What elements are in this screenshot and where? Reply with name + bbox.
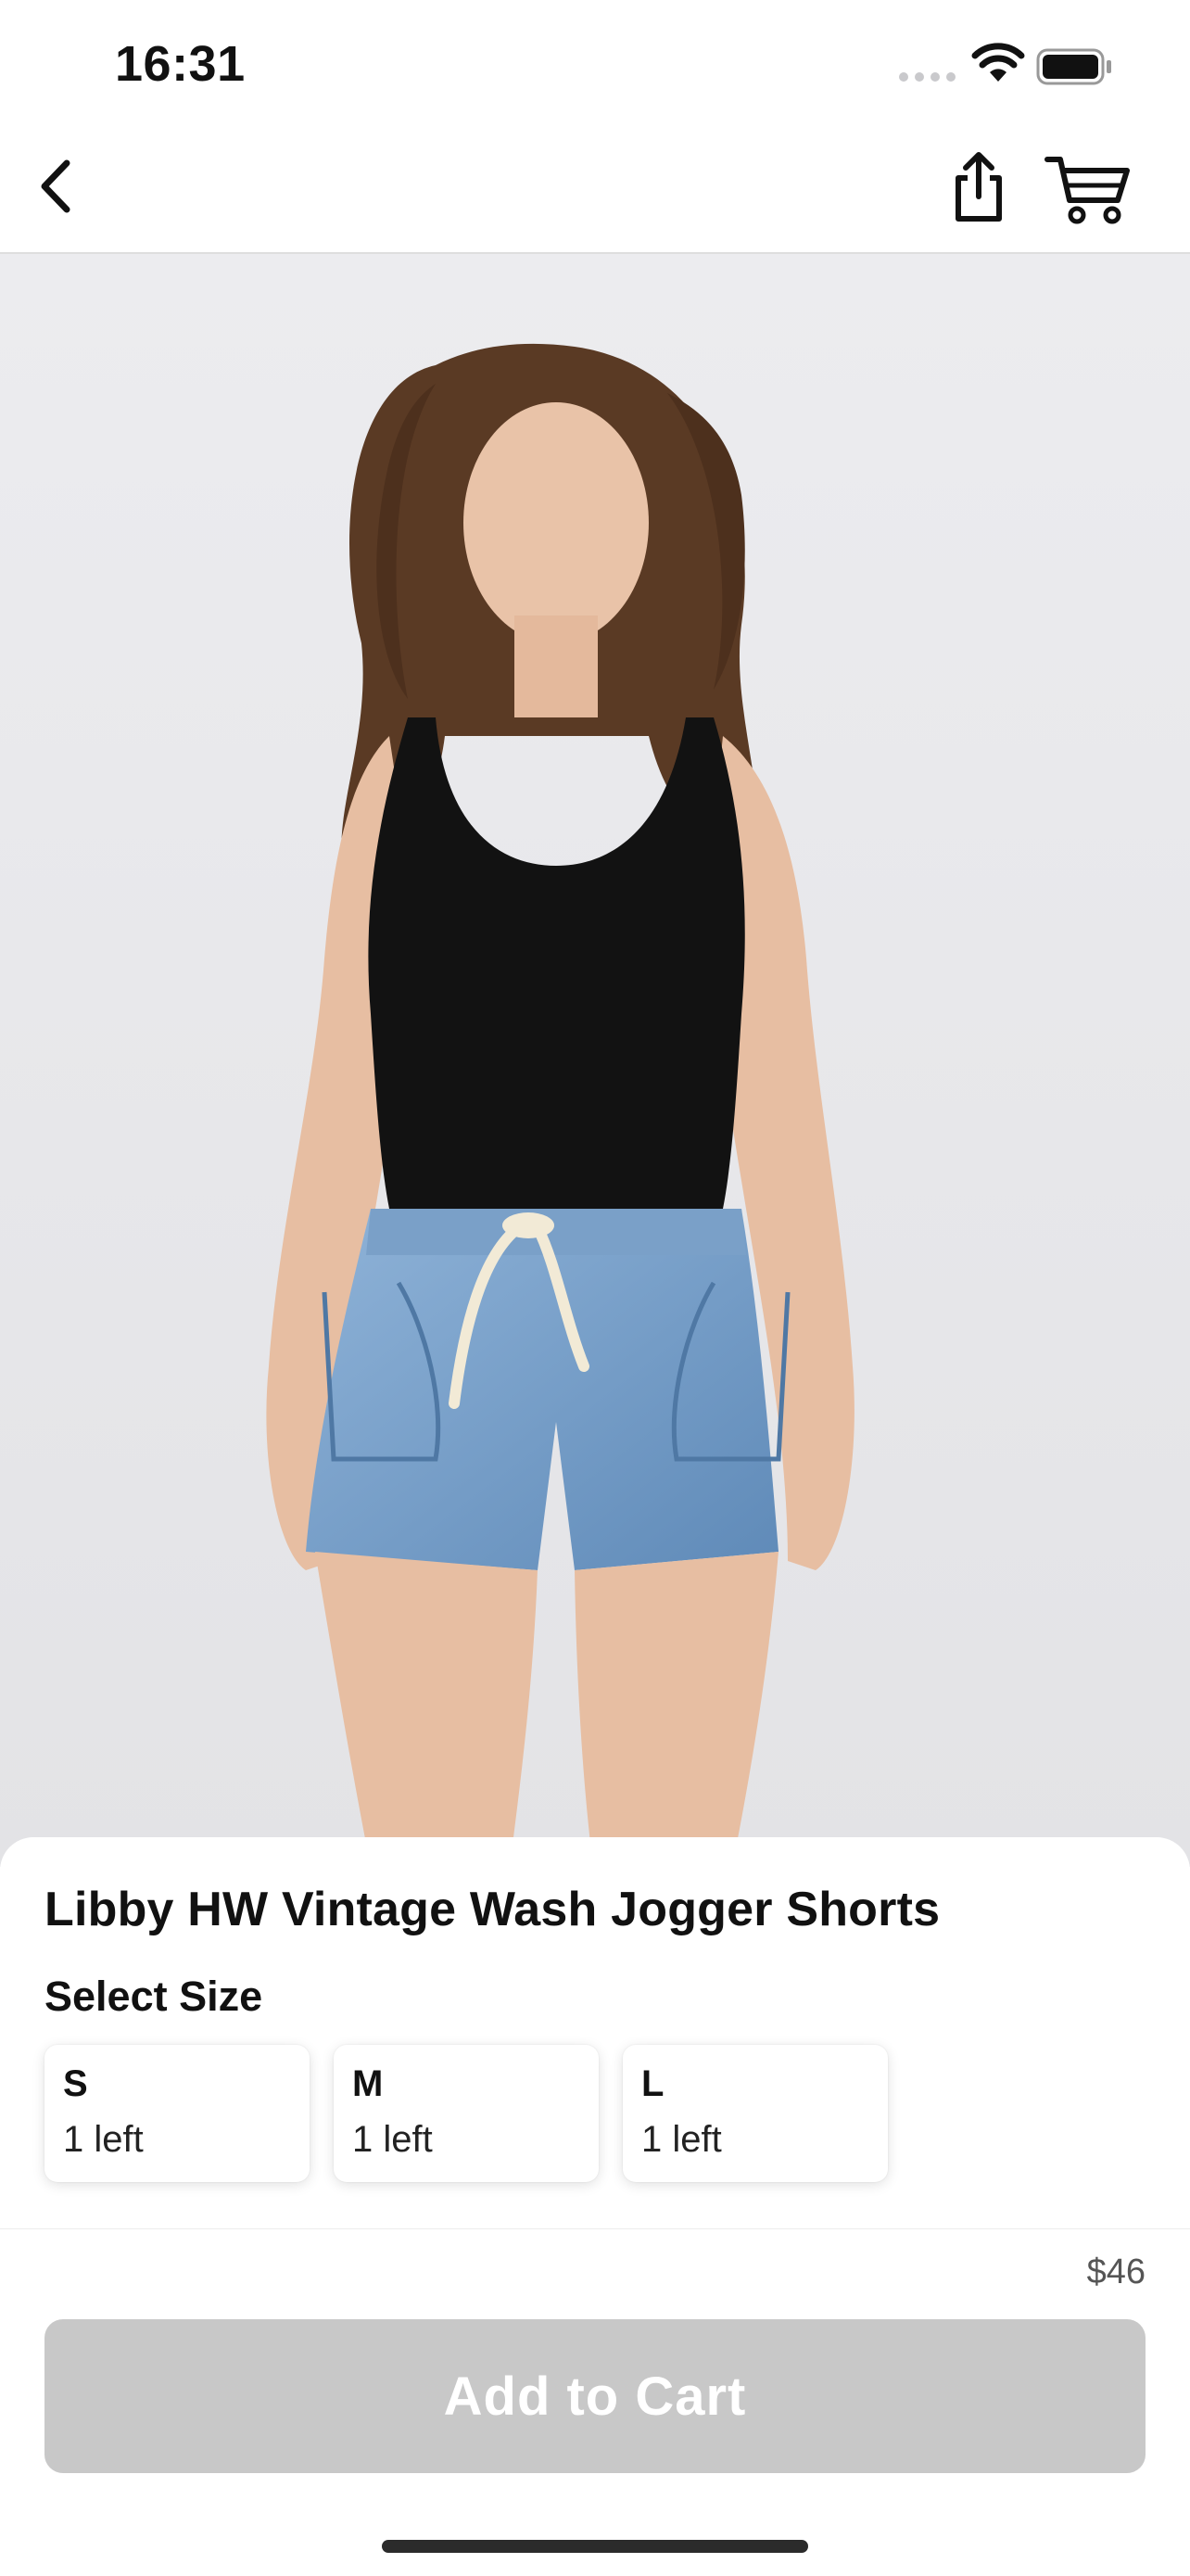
cart-button[interactable] [1044, 152, 1133, 226]
battery-icon [1036, 48, 1114, 85]
back-button[interactable] [26, 154, 91, 219]
top-nav-bar [0, 122, 1190, 254]
cart-icon [1044, 157, 1130, 224]
size-option-m[interactable]: M 1 left [334, 2045, 599, 2182]
select-size-label: Select Size [44, 1973, 263, 2020]
size-label: M [352, 2063, 384, 2104]
model-photo-illustration [0, 254, 1190, 1867]
price-label: $46 [1086, 2252, 1146, 2291]
size-stock: 1 left [352, 2119, 433, 2160]
home-indicator[interactable] [382, 2540, 808, 2553]
size-stock: 1 left [63, 2119, 144, 2160]
size-label: S [63, 2063, 88, 2104]
size-label: L [641, 2063, 665, 2104]
add-to-cart-button[interactable]: Add to Cart [44, 2319, 1146, 2473]
status-bar: 16:31 [0, 0, 1190, 122]
status-time: 16:31 [115, 36, 246, 92]
share-button[interactable] [942, 150, 1016, 224]
wifi-icon [971, 43, 1025, 83]
chevron-left-icon [41, 159, 70, 213]
share-icon [956, 152, 1002, 222]
size-option-s[interactable]: S 1 left [44, 2045, 310, 2182]
size-stock: 1 left [641, 2119, 722, 2160]
cellular-signal-icon [899, 72, 956, 85]
product-title: Libby HW Vintage Wash Jogger Shorts [44, 1883, 941, 1936]
product-image[interactable] [0, 254, 1190, 1867]
size-option-l[interactable]: L 1 left [623, 2045, 888, 2182]
